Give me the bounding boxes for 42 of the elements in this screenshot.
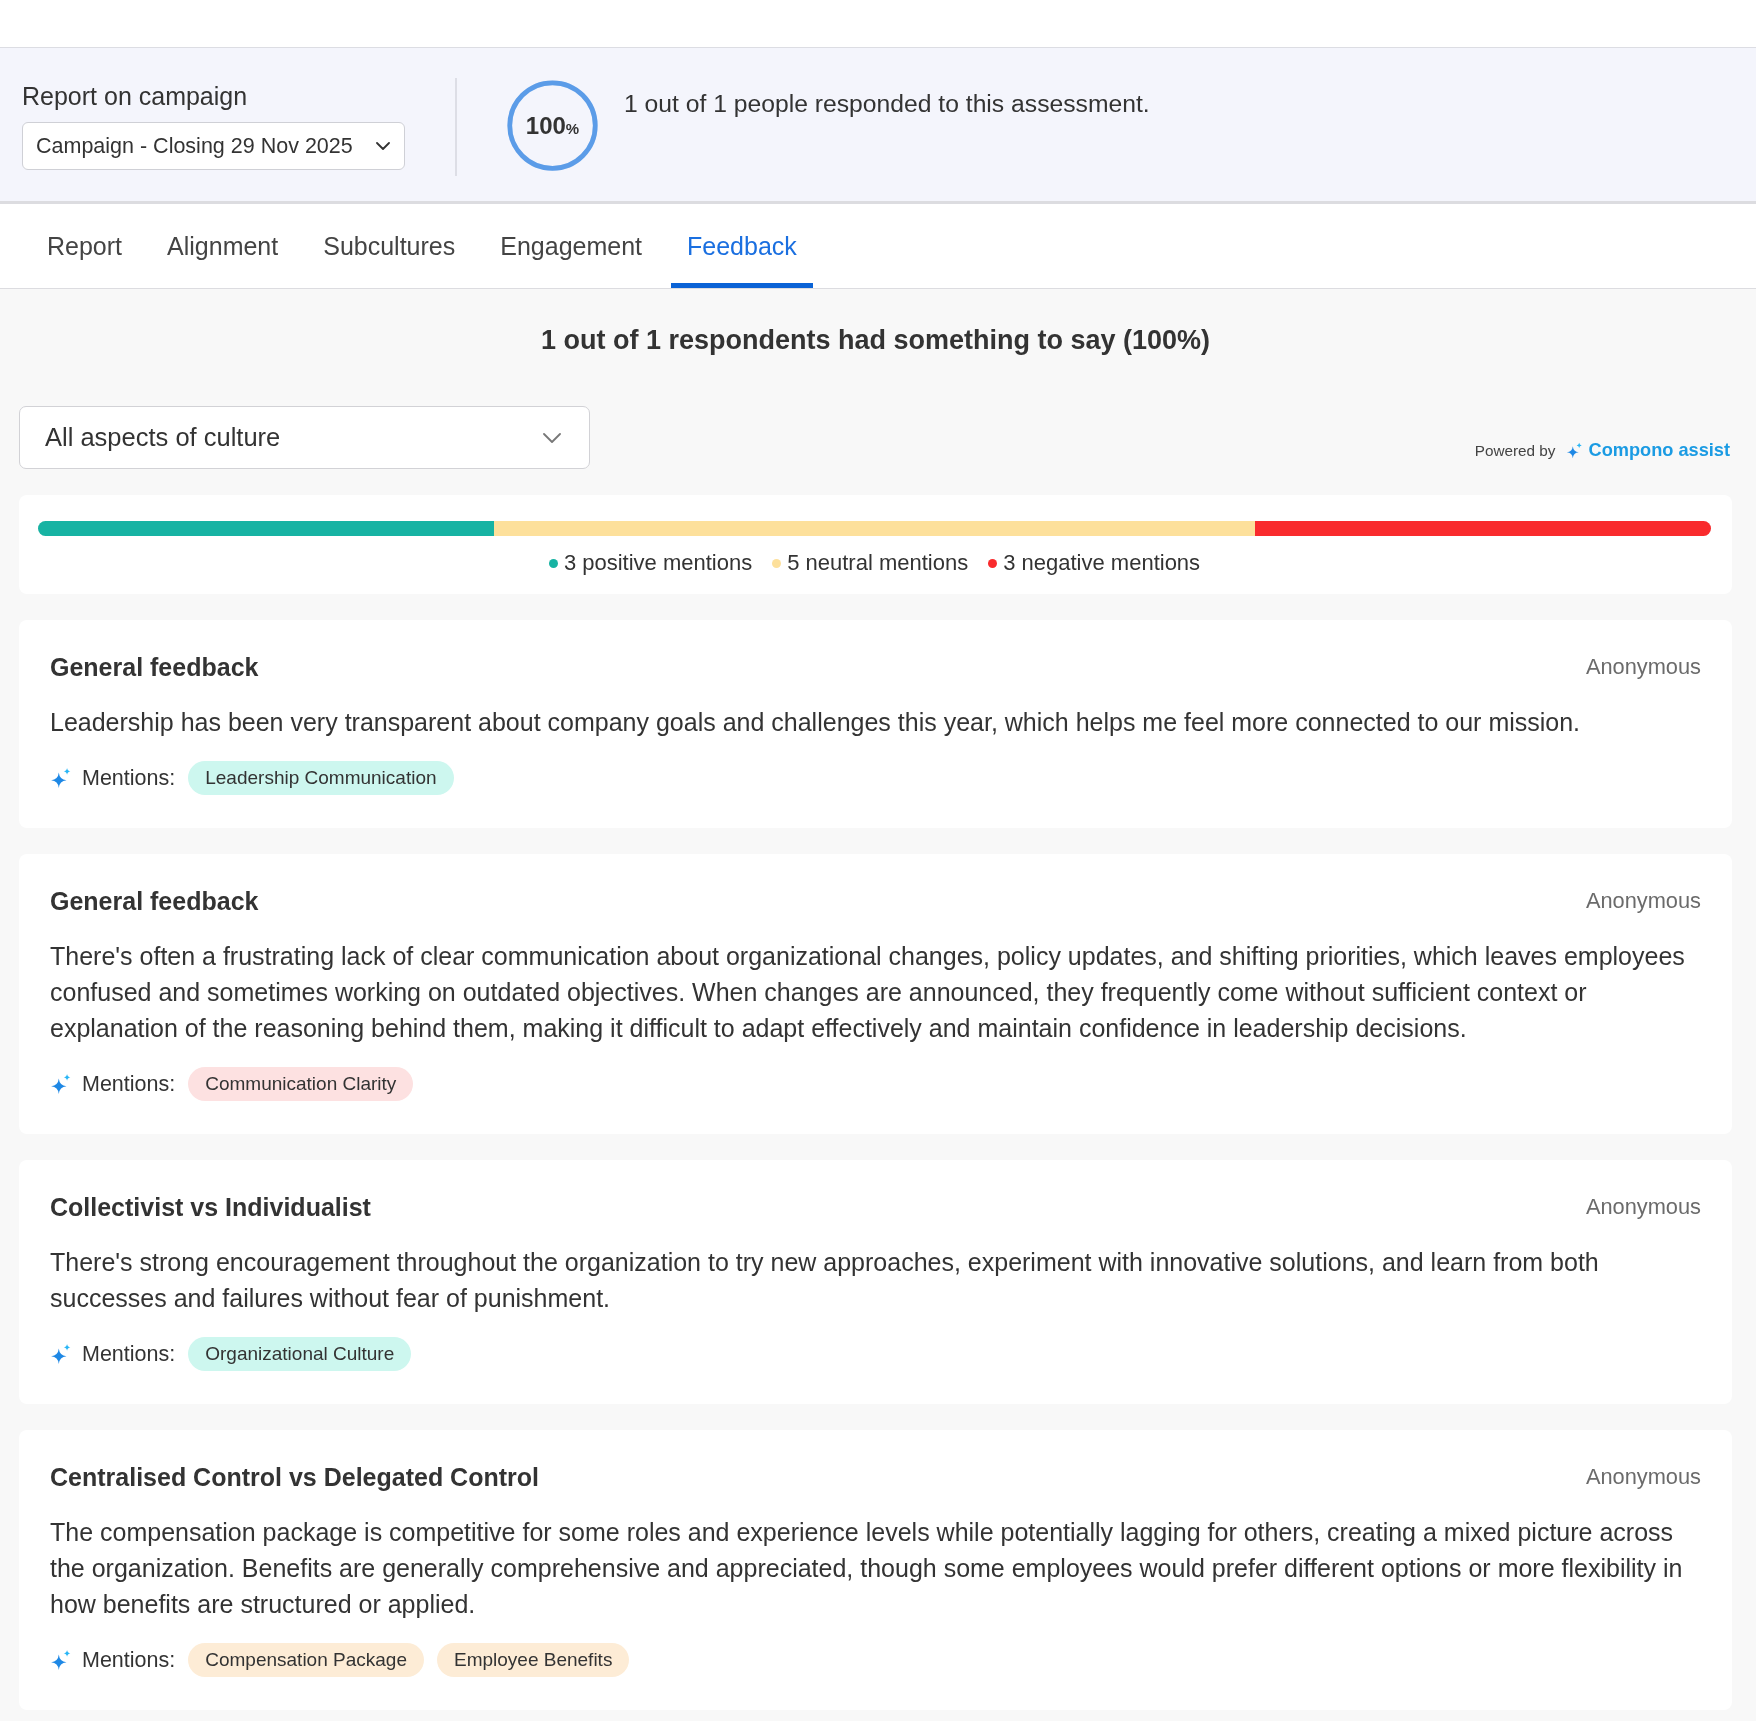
mentions-label: Mentions: [82, 1071, 176, 1097]
campaign-label: Report on campaign [22, 82, 248, 110]
sparkle-icon [50, 1343, 72, 1365]
author-label: Anonymous [1585, 1193, 1701, 1221]
mention-tag: Employee Benefits [436, 1643, 630, 1677]
tab[interactable]: Engagement [484, 204, 659, 288]
mention-tag: Communication Clarity [188, 1067, 414, 1101]
respondents-summary: 1 out of 1 respondents had something to say (100%) [539, 324, 1212, 356]
tab[interactable]: Report [31, 204, 139, 288]
feedback-title: Collectivist vs Individualist [50, 1192, 371, 1222]
aspect-filter-select[interactable]: All aspects of culture [19, 406, 590, 469]
sparkle-icon [50, 767, 72, 789]
feedback-title: General feedback [50, 652, 259, 682]
tab[interactable]: Alignment [151, 204, 295, 288]
feedback-title: General feedback [50, 886, 259, 916]
mentions-label: Mentions: [82, 1341, 176, 1367]
chevron-down-icon [543, 432, 561, 443]
mention-tag: Leadership Communication [188, 761, 454, 795]
sparkle-icon [50, 1073, 72, 1095]
powered-by-label: Powered by [1474, 441, 1556, 460]
mention-tag: Organizational Culture [188, 1337, 412, 1371]
response-summary: 1 out of 1 people responded to this assessment. [624, 90, 1150, 118]
feedback-text: Leadership has been very transparent about company goals and challenges this year, which helps me feel more connected to our mission. [50, 707, 1582, 738]
chevron-down-icon [376, 142, 390, 150]
sparkle-icon [1565, 442, 1583, 459]
legend-label: 3 negative mentions [1003, 549, 1201, 577]
sparkle-icon [50, 1649, 72, 1671]
campaign-select[interactable]: Campaign - Closing 29 Nov 2025 [22, 122, 405, 170]
author-label: Anonymous [1585, 1463, 1701, 1491]
author-label: Anonymous [1585, 653, 1701, 681]
feedback-text: There's strong encouragement throughout the organization to try new approaches, experiment with innovative solutions, and learn from both successes and failures without fear of punishment. [50, 1247, 1600, 1314]
feedback-text: The compensation package is competitive for some roles and experience levels while potentially lagging for others, creating a mixed picture across the organization. Benefits are generally comprehensive and appreciated, though some employees would prefer different options or more flexibility in how benefits are structured or applied. [50, 1517, 1684, 1620]
legend-label: 5 neutral mentions [787, 549, 969, 577]
compono-assist-brand: Compono assist [1588, 440, 1730, 461]
feedback-text: There's often a frustrating lack of clear communication about organizational changes, policy updates, and shifting priorities, which leaves employees confused and sometimes working on outdated objectives. When changes are announced, they frequently come without sufficient context or explanation of the reasoning behind them, making it difficult to adapt effectively and maintain confidence in leadership decisions. [50, 941, 1686, 1044]
tab[interactable]: Subcultures [307, 204, 472, 288]
mentions-label: Mentions: [82, 1647, 176, 1673]
author-label: Anonymous [1585, 887, 1701, 915]
mentions-label: Mentions: [82, 765, 176, 791]
mention-tag: Compensation Package [188, 1643, 424, 1677]
feedback-title: Centralised Control vs Delegated Control [50, 1462, 539, 1492]
legend-label: 3 positive mentions [563, 549, 753, 577]
